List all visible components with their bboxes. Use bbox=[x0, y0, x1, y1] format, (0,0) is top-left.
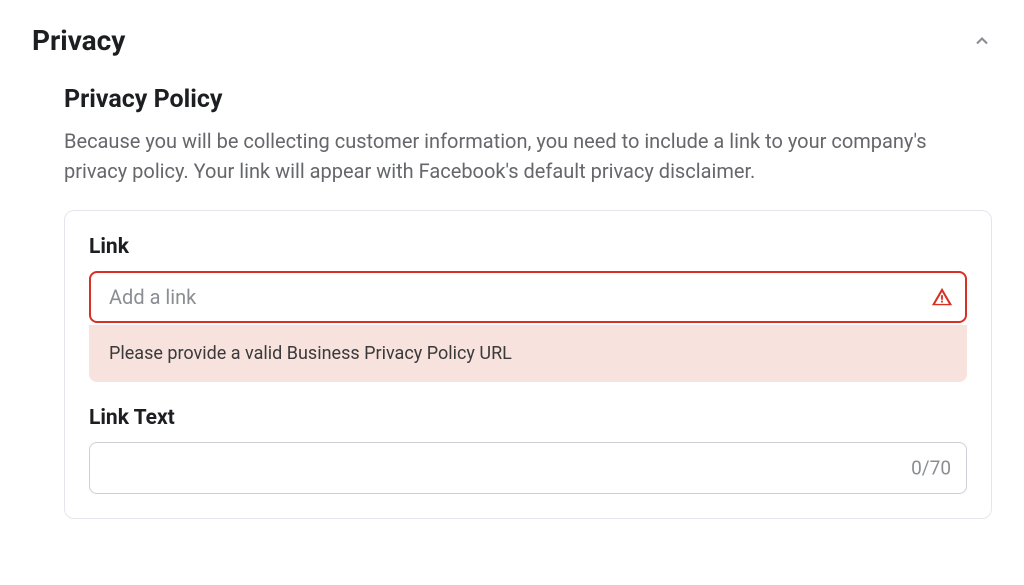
link-text-field-group: Link Text 0/70 bbox=[89, 406, 967, 494]
warning-icon bbox=[931, 286, 953, 308]
privacy-policy-card: Link Please provide a valid Business Pri… bbox=[64, 210, 992, 519]
privacy-section-content: Privacy Policy Because you will be colle… bbox=[32, 85, 992, 519]
chevron-up-icon bbox=[972, 31, 992, 51]
link-text-input-wrapper: 0/70 bbox=[89, 442, 967, 494]
privacy-policy-title: Privacy Policy bbox=[64, 85, 992, 114]
link-field-label: Link bbox=[89, 235, 967, 259]
link-text-input[interactable] bbox=[89, 442, 967, 494]
link-error-message: Please provide a valid Business Privacy … bbox=[89, 325, 967, 382]
link-field-group: Link Please provide a valid Business Pri… bbox=[89, 235, 967, 382]
privacy-section-title: Privacy bbox=[32, 24, 125, 57]
link-text-char-count: 0/70 bbox=[911, 457, 951, 480]
link-input-wrapper bbox=[89, 271, 967, 323]
link-text-field-label: Link Text bbox=[89, 406, 967, 430]
link-input[interactable] bbox=[89, 271, 967, 323]
privacy-policy-description: Because you will be collecting customer … bbox=[64, 126, 992, 186]
privacy-section-header[interactable]: Privacy bbox=[32, 24, 992, 57]
